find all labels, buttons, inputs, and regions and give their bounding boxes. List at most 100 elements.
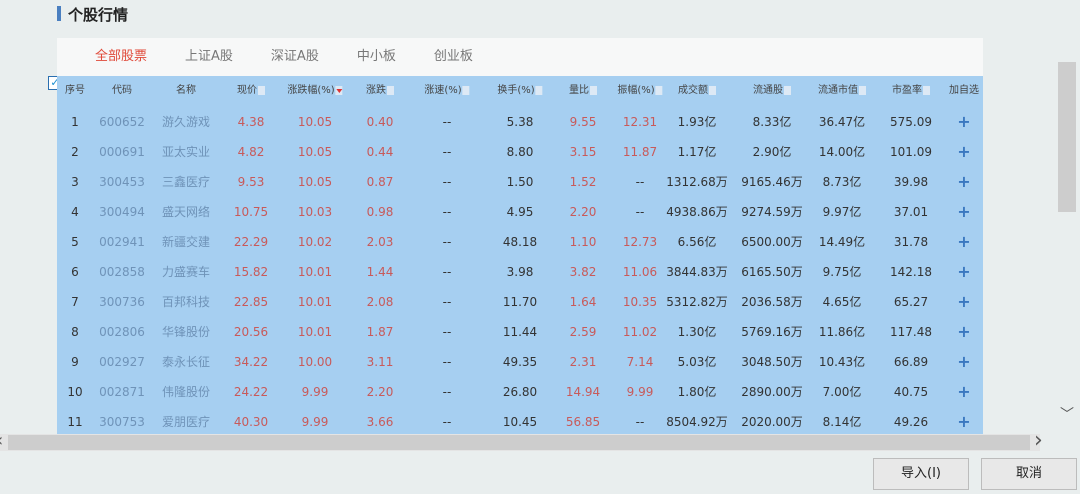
tab-1[interactable]: 上证A股	[185, 38, 233, 76]
cell-换手(%): 4.95	[506, 205, 534, 219]
table-row[interactable]: 2 000691 亚太实业 4.82 10.05 0.44 -- 8.80 3.15 11.87 1…	[57, 137, 983, 167]
cell-涨跌幅(%): 10.01	[297, 325, 333, 339]
table-row[interactable]: 8 002806 华锋股份 20.56 10.01 1.87 -- 11.44 2.59 11.0…	[57, 317, 983, 347]
table-row[interactable]: 6 002858 力盛赛车 15.82 10.01 1.44 -- 3.98 3.82 11.06…	[57, 257, 983, 287]
cell-流通市值: 9.75亿	[822, 265, 862, 279]
sort-icon[interactable]	[258, 85, 265, 95]
cell-振幅(%): 12.73	[622, 235, 658, 249]
table-row[interactable]: 4 300494 盛天网络 10.75 10.03 0.98 -- 4.95 2.20 -- 493…	[57, 197, 983, 227]
sort-icon[interactable]	[784, 85, 791, 95]
table-row[interactable]: 7 300736 百邦科技 22.85 10.01 2.08 -- 11.70 1.64 10.3…	[57, 287, 983, 317]
cell-成交额: 1.80亿	[677, 385, 717, 399]
table-row[interactable]: 3 300453 三鑫医疗 9.53 10.05 0.87 -- 1.50 1.52 -- 1312…	[57, 167, 983, 197]
cell-序号: 4	[71, 205, 79, 219]
sort-icon[interactable]	[335, 85, 343, 95]
import-button[interactable]: 导入(I)	[873, 458, 969, 490]
cell-涨速(%): --	[442, 415, 452, 429]
column-header[interactable]: 市盈率	[892, 76, 930, 106]
cell-换手(%): 3.98	[506, 265, 534, 279]
cell-名称: 百邦科技	[161, 295, 211, 309]
cell-流通市值: 14.00亿	[818, 145, 866, 159]
tab-2[interactable]: 深证A股	[271, 38, 319, 76]
table-row[interactable]: 5 002941 新疆交建 22.29 10.02 2.03 -- 48.18 1.10 12.7…	[57, 227, 983, 257]
cell-涨跌: 0.40	[366, 115, 394, 129]
column-header[interactable]: 涨跌幅(%)	[287, 76, 343, 106]
add-watchlist-icon[interactable]: +	[957, 137, 970, 167]
column-header[interactable]: 涨速(%)	[424, 76, 470, 106]
cell-涨跌幅(%): 10.00	[297, 355, 333, 369]
add-watchlist-icon[interactable]: +	[957, 167, 970, 197]
cell-流通股: 6500.00万	[741, 235, 803, 249]
cell-量比: 3.82	[569, 265, 597, 279]
table-row[interactable]: 9 002927 泰永长征 34.22 10.00 3.11 -- 49.35 2.31 7.14…	[57, 347, 983, 377]
sort-icon[interactable]	[859, 85, 866, 95]
vertical-scrollbar[interactable]	[1058, 62, 1076, 212]
sort-icon[interactable]	[590, 85, 597, 95]
add-watchlist-icon[interactable]: +	[957, 287, 970, 317]
cell-振幅(%): --	[635, 205, 645, 219]
sort-icon[interactable]	[655, 85, 663, 95]
cell-名称: 盛天网络	[161, 205, 211, 219]
cell-流通市值: 9.97亿	[822, 205, 862, 219]
add-watchlist-icon[interactable]: +	[957, 377, 970, 407]
cell-涨跌幅(%): 10.05	[297, 175, 333, 189]
column-header[interactable]: 振幅(%)	[617, 76, 663, 106]
tab-0[interactable]: 全部股票	[95, 38, 147, 76]
cell-量比: 3.15	[569, 145, 597, 159]
column-header[interactable]: 加自选	[949, 76, 979, 106]
add-watchlist-icon[interactable]: +	[957, 107, 970, 137]
column-header[interactable]: 成交额	[678, 76, 716, 106]
column-header[interactable]: 流通市值	[818, 76, 866, 106]
column-header[interactable]: 名称	[176, 76, 196, 106]
tab-3[interactable]: 中小板	[357, 38, 396, 76]
add-watchlist-icon[interactable]: +	[957, 347, 970, 377]
table-row[interactable]: 10 002871 伟隆股份 24.22 9.99 2.20 -- 26.80 14.94 9.9…	[57, 377, 983, 407]
cell-市盈率: 49.26	[893, 415, 929, 429]
cell-现价: 34.22	[233, 355, 269, 369]
column-header[interactable]: 换手(%)	[497, 76, 543, 106]
scroll-right-icon[interactable]: ›	[1034, 428, 1043, 453]
sort-icon[interactable]	[462, 85, 470, 95]
column-header[interactable]: 现价	[237, 76, 265, 106]
add-watchlist-icon[interactable]: +	[957, 407, 970, 435]
cancel-button[interactable]: 取消	[981, 458, 1077, 490]
add-watchlist-icon[interactable]: +	[957, 227, 970, 257]
tab-4[interactable]: 创业板	[434, 38, 473, 76]
title-accent-bar	[57, 6, 61, 21]
cell-涨跌: 3.11	[366, 355, 394, 369]
column-header[interactable]: 量比	[569, 76, 597, 106]
cell-代码: 002927	[99, 355, 145, 369]
cell-涨跌: 3.66	[366, 415, 394, 429]
cell-振幅(%): --	[635, 175, 645, 189]
scroll-left-icon[interactable]: ‹	[0, 430, 3, 451]
cell-涨跌幅(%): 9.99	[301, 415, 329, 429]
cell-量比: 1.10	[569, 235, 597, 249]
sort-icon[interactable]	[387, 85, 394, 95]
column-header[interactable]: 流通股	[753, 76, 791, 106]
sort-icon[interactable]	[923, 85, 930, 95]
cell-涨速(%): --	[442, 265, 452, 279]
sort-icon[interactable]	[535, 85, 543, 95]
cell-市盈率: 37.01	[893, 205, 929, 219]
cell-涨跌幅(%): 10.03	[297, 205, 333, 219]
table-header: 序号 代码 名称 现价 涨跌幅(%) 涨跌 涨速(%) 换手(%) 量比 振幅(%) 成交额 流通股流…	[57, 76, 983, 106]
table-row[interactable]: 1 600652 游久游戏 4.38 10.05 0.40 -- 5.38 9.55 12.31 1…	[57, 107, 983, 137]
cell-涨跌: 0.44	[366, 145, 394, 159]
table-row[interactable]: 11 300753 爱朋医疗 40.30 9.99 3.66 -- 10.45 56.85 -- 8…	[57, 407, 983, 435]
cell-量比: 1.52	[569, 175, 597, 189]
cell-市盈率: 65.27	[893, 295, 929, 309]
column-header[interactable]: 代码	[112, 76, 132, 106]
scroll-down-icon[interactable]: ﹀	[1060, 404, 1074, 424]
cell-成交额: 4938.86万	[666, 205, 728, 219]
column-header[interactable]: 涨跌	[366, 76, 394, 106]
horizontal-scrollbar[interactable]	[0, 434, 1040, 451]
add-watchlist-icon[interactable]: +	[957, 257, 970, 287]
sort-icon[interactable]	[709, 85, 716, 95]
cell-换手(%): 49.35	[502, 355, 538, 369]
cell-代码: 002858	[99, 265, 145, 279]
horizontal-scroll-thumb[interactable]	[8, 435, 1030, 450]
add-watchlist-icon[interactable]: +	[957, 197, 970, 227]
add-watchlist-icon[interactable]: +	[957, 317, 970, 347]
column-header[interactable]: 序号	[65, 76, 85, 106]
cell-涨跌: 2.20	[366, 385, 394, 399]
